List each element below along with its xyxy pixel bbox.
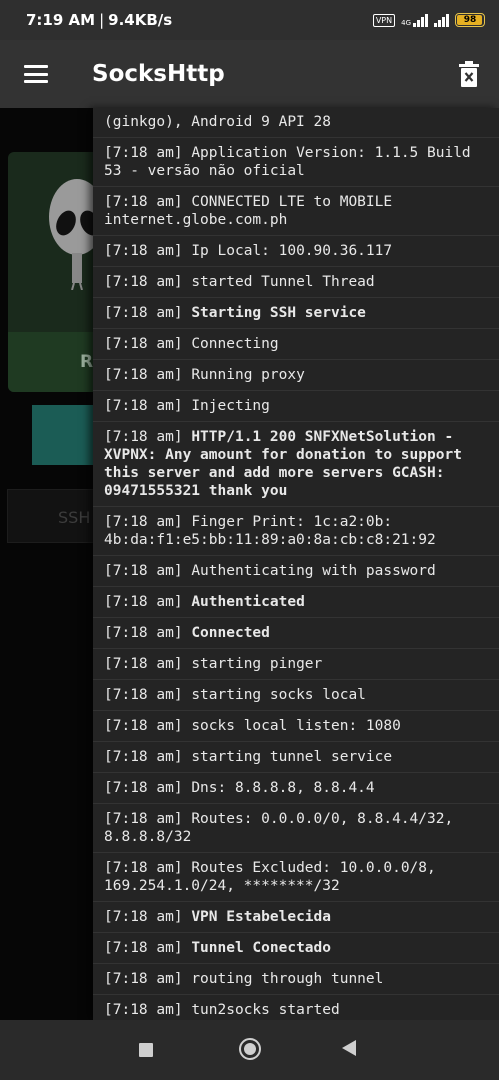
log-entry: [7:18 am] started Tunnel Thread — [93, 267, 499, 298]
log-timestamp: [7:18 am] — [104, 718, 192, 734]
log-timestamp: [7:18 am] — [104, 243, 192, 259]
status-bar: 7:19 AM | 9.4KB/s VPN 4G 98 — [0, 0, 499, 40]
log-entry: [7:18 am] Ip Local: 100.90.36.117 — [93, 236, 499, 267]
log-entry: [7:18 am] Routes: 0.0.0.0/0, 8.8.4.4/32,… — [93, 804, 499, 853]
log-timestamp: [7:18 am] — [104, 336, 192, 352]
status-right: VPN 4G 98 — [372, 13, 485, 27]
log-message: socks local listen: 1080 — [191, 718, 401, 734]
log-entry: [7:18 am] Starting SSH service — [93, 298, 499, 329]
card-letter: R — [80, 352, 94, 372]
log-message: Authenticating with password — [191, 563, 436, 579]
log-message: Starting SSH service — [191, 305, 366, 321]
log-message: Injecting — [191, 398, 270, 414]
status-time: 7:19 AM — [26, 11, 96, 29]
log-message: starting socks local — [191, 687, 366, 703]
log-entry: [7:18 am] HTTP/1.1 200 SNFXNetSolution -… — [93, 422, 499, 507]
log-message: VPN Estabelecida — [191, 909, 331, 925]
log-entry: [7:18 am] starting pinger — [93, 649, 499, 680]
app-title: SocksHttp — [92, 61, 225, 87]
ssh-field[interactable]: SSH — [7, 489, 107, 543]
network-type: 4G — [401, 18, 411, 27]
log-timestamp: [7:18 am] — [104, 811, 192, 827]
log-timestamp: [7:18 am] — [104, 656, 192, 672]
log-message: Authenticated — [191, 594, 305, 610]
log-entry: [7:18 am] Dns: 8.8.8.8, 8.8.4.4 — [93, 773, 499, 804]
log-timestamp: [7:18 am] — [104, 563, 192, 579]
log-entry: [7:18 am] routing through tunnel — [93, 964, 499, 995]
log-entry: [7:18 am] starting socks local — [93, 680, 499, 711]
navigation-bar — [0, 1020, 499, 1080]
status-separator: | — [99, 11, 105, 29]
log-timestamp: [7:18 am] — [104, 860, 192, 876]
log-drawer[interactable]: (ginkgo), Android 9 API 28 [7:18 am] Appl… — [93, 108, 499, 1020]
log-entry: [7:18 am] Injecting — [93, 391, 499, 422]
log-timestamp: [7:18 am] — [104, 971, 192, 987]
menu-icon[interactable] — [24, 65, 48, 83]
log-message: tun2socks started — [191, 1002, 340, 1018]
cell-signal-icon-1: 4G — [401, 13, 428, 27]
log-timestamp: [7:18 am] — [104, 594, 192, 610]
log-entry: [7:18 am] Authenticating with password — [93, 556, 499, 587]
log-timestamp: [7:18 am] — [104, 1002, 192, 1018]
log-timestamp: [7:18 am] — [104, 398, 192, 414]
log-timestamp: [7:18 am] — [104, 514, 192, 530]
start-button[interactable] — [32, 405, 102, 465]
log-entry: [7:18 am] Application Version: 1.1.5 Bui… — [93, 138, 499, 187]
log-message: Ip Local: 100.90.36.117 — [191, 243, 393, 259]
status-left: 7:19 AM | 9.4KB/s — [26, 11, 172, 29]
log-entry: [7:18 am] tun2socks started — [93, 995, 499, 1020]
log-timestamp: [7:18 am] — [104, 367, 192, 383]
log-message: (ginkgo), Android 9 API 28 — [104, 114, 331, 130]
log-entry: [7:18 am] socks local listen: 1080 — [93, 711, 499, 742]
battery-level: 98 — [463, 15, 477, 25]
back-triangle-icon[interactable] — [342, 1040, 356, 1056]
log-entry: [7:18 am] Routes Excluded: 10.0.0.0/8, 1… — [93, 853, 499, 902]
log-entry: [7:18 am] Connecting — [93, 329, 499, 360]
log-entry: [7:18 am] CONNECTED LTE to MOBILE intern… — [93, 187, 499, 236]
log-message: starting pinger — [191, 656, 323, 672]
cell-signal-icon-2 — [434, 13, 449, 27]
log-timestamp: [7:18 am] — [104, 687, 192, 703]
log-message: Running proxy — [191, 367, 305, 383]
log-entry: [7:18 am] Connected — [93, 618, 499, 649]
log-timestamp: [7:18 am] — [104, 940, 192, 956]
network-speed: 9.4KB/s — [108, 11, 173, 29]
log-timestamp: [7:18 am] — [104, 429, 192, 445]
log-entry: [7:18 am] starting tunnel service — [93, 742, 499, 773]
app-toolbar: SocksHttp — [0, 40, 499, 108]
log-entry: [7:18 am] Tunnel Conectado — [93, 933, 499, 964]
vpn-icon: VPN — [372, 13, 396, 27]
log-timestamp: [7:18 am] — [104, 749, 192, 765]
square-icon[interactable] — [139, 1043, 153, 1057]
log-timestamp: [7:18 am] — [104, 274, 192, 290]
log-entry: [7:18 am] Authenticated — [93, 587, 499, 618]
log-entry: (ginkgo), Android 9 API 28 — [93, 108, 499, 138]
log-entry: [7:18 am] Running proxy — [93, 360, 499, 391]
log-timestamp: [7:18 am] — [104, 780, 192, 796]
log-message: starting tunnel service — [191, 749, 393, 765]
log-timestamp: [7:18 am] — [104, 145, 192, 161]
trash-icon[interactable] — [459, 61, 479, 87]
log-timestamp: [7:18 am] — [104, 909, 192, 925]
log-message: routing through tunnel — [191, 971, 384, 987]
log-entry: [7:18 am] Finger Print: 1c:a2:0b: 4b:da:… — [93, 507, 499, 556]
log-message: Connected — [191, 625, 270, 641]
log-message: started Tunnel Thread — [191, 274, 375, 290]
battery-icon: 98 — [455, 13, 485, 27]
log-message: Tunnel Conectado — [191, 940, 331, 956]
log-timestamp: [7:18 am] — [104, 625, 192, 641]
log-timestamp: [7:18 am] — [104, 305, 192, 321]
log-timestamp: [7:18 am] — [104, 194, 192, 210]
home-circle-icon[interactable] — [239, 1038, 261, 1060]
log-entry: [7:18 am] VPN Estabelecida — [93, 902, 499, 933]
log-message: Dns: 8.8.8.8, 8.8.4.4 — [191, 780, 375, 796]
log-message: Connecting — [191, 336, 279, 352]
